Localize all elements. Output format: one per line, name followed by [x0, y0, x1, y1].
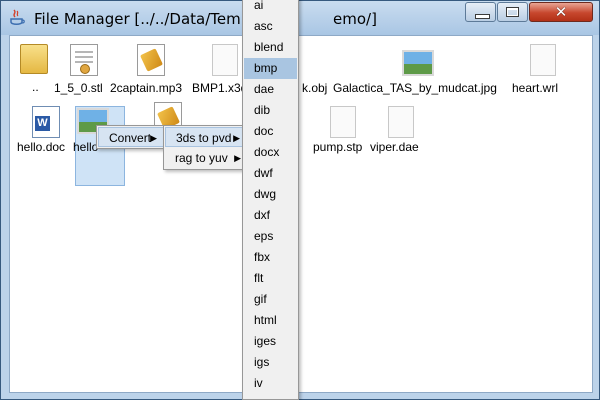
file-item[interactable]: W hello.doc — [16, 106, 76, 156]
file-label: Galactica_TAS_by_mudcat.jpg — [333, 81, 497, 95]
menu-item-format[interactable]: iges — [244, 331, 297, 352]
menu-item-format[interactable]: dxf — [244, 205, 297, 226]
menu-item-format[interactable]: iv — [244, 373, 297, 394]
file-label: viper.dae — [370, 140, 419, 154]
file-item[interactable]: k.obj — [302, 44, 332, 95]
submenu-arrow-icon: ▶ — [233, 133, 240, 143]
title-bar[interactable]: File Manager [../../Data/Temp/Po emo/] ✕ — [1, 1, 599, 35]
file-item[interactable]: Galactica_TAS_by_mudcat.jpg — [333, 44, 503, 95]
menu-item-format[interactable]: doc — [244, 121, 297, 142]
menu-item-label: 3ds to pvd — [176, 131, 232, 145]
file-manager-window: File Manager [../../Data/Temp/Po emo/] ✕ … — [0, 0, 600, 400]
window-title-tail: emo/] — [333, 10, 377, 28]
java-app-icon — [10, 9, 25, 25]
menu-item-format[interactable]: asc — [244, 16, 297, 37]
menu-item-format[interactable]: dwg — [244, 184, 297, 205]
maximize-icon — [506, 7, 519, 17]
file-label: heart.wrl — [512, 81, 559, 95]
file-label: pump.stp — [313, 140, 363, 154]
menu-item-format[interactable]: html — [244, 310, 297, 331]
file-item[interactable]: heart.wrl — [510, 44, 570, 95]
menu-item-format[interactable]: gif — [244, 289, 297, 310]
window-title: File Manager [../../Data/Temp/Po emo/] — [34, 10, 377, 28]
image-file-icon — [402, 50, 434, 76]
convert-submenu: 3ds to pvd ▶ rag to yuv ▶ — [163, 125, 249, 170]
menu-item-format[interactable]: ai — [244, 0, 297, 16]
menu-item-format[interactable]: eps — [244, 226, 297, 247]
word-document-icon: W — [32, 106, 60, 138]
file-label: 1_5_0.stl — [54, 81, 103, 95]
menu-item-rag-to-yuv[interactable]: rag to yuv ▶ — [165, 148, 247, 168]
format-list-menu: ai asc blend bmp dae dib doc docx dwf dw… — [242, 0, 299, 400]
file-label: k.obj — [302, 81, 328, 95]
menu-item-convert[interactable]: Convert ▶ — [98, 127, 164, 147]
file-item[interactable]: BMP1.x3d — [192, 44, 248, 95]
close-icon: ✕ — [554, 3, 568, 21]
menu-item-format[interactable]: fbx — [244, 247, 297, 268]
folder-icon — [20, 44, 48, 74]
certificate-file-icon — [70, 44, 98, 76]
file-item[interactable]: pump.stp — [312, 106, 370, 156]
window-title-head: File Manager [../../Data/Temp/Po — [34, 10, 274, 28]
file-item[interactable]: 1_5_0.stl — [50, 44, 110, 95]
minimize-button[interactable] — [465, 2, 496, 22]
menu-item-format[interactable]: dae — [244, 79, 297, 100]
blank-file-icon — [212, 44, 238, 76]
file-item[interactable]: viper.dae — [370, 106, 430, 156]
menu-item-format[interactable]: docx — [244, 142, 297, 163]
maximize-button[interactable] — [497, 2, 528, 22]
blank-file-icon — [330, 106, 356, 138]
media-file-icon — [137, 44, 165, 76]
file-label: BMP1.x3d — [192, 81, 248, 95]
file-label: hello.doc — [17, 140, 66, 154]
context-menu: Convert ▶ — [96, 125, 166, 149]
blank-file-icon — [388, 106, 414, 138]
menu-item-format[interactable]: blend — [244, 37, 297, 58]
file-label: 2captain.mp3 — [110, 81, 183, 95]
menu-item-format[interactable]: igs — [244, 352, 297, 373]
submenu-arrow-icon: ▶ — [150, 133, 157, 143]
minimize-icon — [475, 14, 490, 19]
menu-item-format[interactable]: flt — [244, 268, 297, 289]
file-item[interactable]: 2captain.mp3 — [110, 44, 195, 95]
close-button[interactable]: ✕ — [529, 2, 593, 22]
file-label: .. — [32, 80, 39, 94]
file-list-panel[interactable]: .. 1_5_0.stl 2captain.mp3 BMP1.x3d k.obj… — [9, 35, 593, 393]
submenu-arrow-icon: ▶ — [234, 153, 241, 163]
menu-item-3ds-to-pvd[interactable]: 3ds to pvd ▶ — [165, 127, 247, 147]
menu-item-label: Convert — [109, 131, 152, 145]
menu-item-format[interactable]: dib — [244, 100, 297, 121]
menu-item-format[interactable]: dwf — [244, 163, 297, 184]
blank-file-icon — [530, 44, 556, 76]
file-label: hello — [73, 140, 99, 154]
menu-item-format-selected[interactable]: bmp — [244, 58, 297, 79]
menu-item-label: rag to yuv — [175, 151, 228, 165]
